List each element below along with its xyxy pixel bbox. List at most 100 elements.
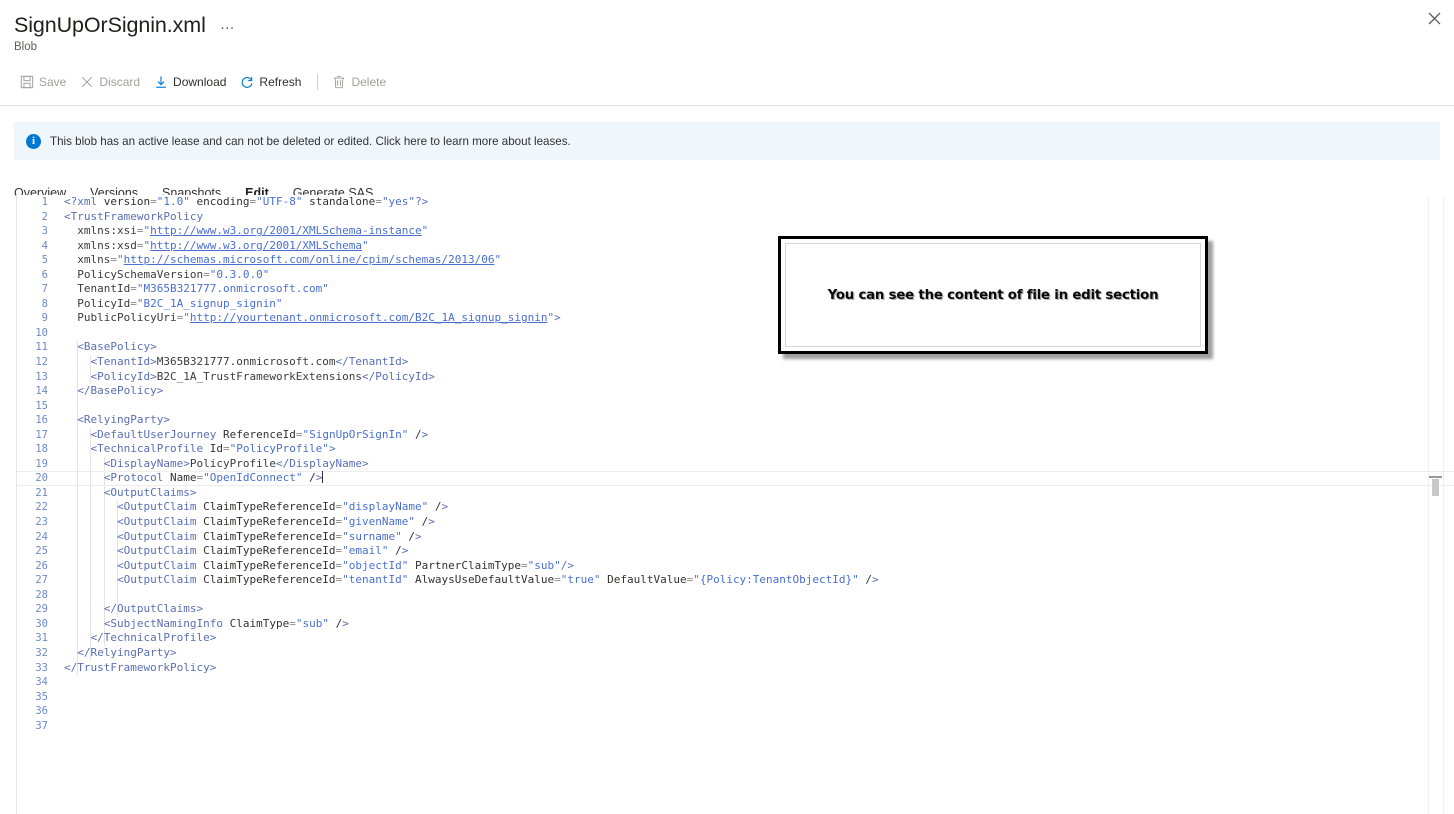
code-line[interactable]: 15 (17, 399, 1454, 414)
code-line[interactable]: 30 <SubjectNamingInfo ClaimType="sub" /> (17, 617, 1454, 632)
line-number: 18 (35, 443, 48, 456)
line-number: 6 (41, 268, 48, 281)
code-line-text[interactable]: <PolicyId>B2C_1A_TrustFrameworkExtension… (57, 370, 1454, 385)
code-line[interactable]: 7 TenantId="M365B321777.onmicrosoft.com" (17, 282, 1454, 297)
line-number: 36 (35, 705, 48, 718)
editor-scrollbar[interactable] (1428, 195, 1444, 814)
code-line-text[interactable]: <DefaultUserJourney ReferenceId="SignUpO… (57, 428, 1454, 443)
code-line-text[interactable]: <TenantId>M365B321777.onmicrosoft.com</T… (57, 355, 1454, 370)
code-line[interactable]: 12 <TenantId>M365B321777.onmicrosoft.com… (17, 355, 1454, 370)
code-line-text[interactable]: <OutputClaim ClaimTypeReferenceId="tenan… (57, 573, 1454, 588)
code-line-text[interactable]: </BasePolicy> (57, 384, 1454, 399)
code-line-text[interactable]: <Protocol Name="OpenIdConnect" /> (57, 471, 1454, 486)
code-editor[interactable]: 1 <?xml version="1.0" encoding="UTF-8" st… (16, 195, 1454, 814)
delete-button[interactable]: Delete (326, 68, 394, 96)
code-line[interactable]: 13 <PolicyId>B2C_1A_TrustFrameworkExtens… (17, 370, 1454, 385)
code-line[interactable]: 25 <OutputClaim ClaimTypeReferenceId="em… (17, 544, 1454, 559)
code-line-text[interactable]: <BasePolicy> (57, 340, 1454, 355)
code-line-text[interactable]: <DisplayName>PolicyProfile</DisplayName> (57, 457, 1454, 472)
code-line[interactable]: 28 (17, 588, 1454, 603)
line-number: 16 (35, 414, 48, 427)
discard-icon (79, 75, 94, 90)
line-number: 32 (35, 646, 48, 659)
code-line[interactable]: 34 (17, 675, 1454, 690)
command-separator (317, 74, 319, 91)
code-line-text[interactable]: xmlns="http://schemas.microsoft.com/onli… (57, 253, 1454, 268)
code-line[interactable]: 17 <DefaultUserJourney ReferenceId="Sign… (17, 428, 1454, 443)
code-line[interactable]: 16 <RelyingParty> (17, 413, 1454, 428)
code-line-text[interactable]: PolicySchemaVersion="0.3.0.0" (57, 268, 1454, 283)
code-line-text[interactable]: xmlns:xsd="http://www.w3.org/2001/XMLSch… (57, 239, 1454, 254)
line-number: 30 (35, 617, 48, 630)
code-line-text[interactable]: PublicPolicyUri="http://yourtenant.onmic… (57, 311, 1454, 326)
code-line[interactable]: 2 <TrustFrameworkPolicy (17, 210, 1454, 225)
line-number: 11 (35, 341, 48, 354)
code-line[interactable]: 11 <BasePolicy> (17, 340, 1454, 355)
code-line-text[interactable]: </TrustFrameworkPolicy> (57, 661, 1454, 676)
code-line-text[interactable]: <TechnicalProfile Id="PolicyProfile"> (57, 442, 1454, 457)
save-button[interactable]: Save (14, 68, 74, 96)
lease-info-banner[interactable]: i This blob has an active lease and can … (14, 122, 1440, 161)
close-icon[interactable] (1428, 12, 1446, 30)
code-line-text[interactable]: <OutputClaim ClaimTypeReferenceId="email… (57, 544, 1454, 559)
code-line-text[interactable]: PolicyId="B2C_1A_signup_signin" (57, 297, 1454, 312)
code-line[interactable]: 35 (17, 690, 1454, 705)
code-line[interactable]: 5 xmlns="http://schemas.microsoft.com/on… (17, 253, 1454, 268)
refresh-button[interactable]: Refresh (234, 68, 309, 96)
code-line-text[interactable]: <?xml version="1.0" encoding="UTF-8" sta… (57, 195, 1454, 210)
code-line[interactable]: 9 PublicPolicyUri="http://yourtenant.onm… (17, 311, 1454, 326)
code-line-text[interactable]: xmlns:xsi="http://www.w3.org/2001/XMLSch… (57, 224, 1454, 239)
code-line-text[interactable]: <OutputClaim ClaimTypeReferenceId="displ… (57, 500, 1454, 515)
line-number: 9 (41, 312, 48, 325)
line-number: 19 (35, 457, 48, 470)
code-line-text[interactable]: <TrustFrameworkPolicy (57, 210, 1454, 225)
code-line[interactable]: 22 <OutputClaim ClaimTypeReferenceId="di… (17, 500, 1454, 515)
download-button-label: Download (173, 75, 227, 90)
code-line[interactable]: 27 <OutputClaim ClaimTypeReferenceId="te… (17, 573, 1454, 588)
code-line[interactable]: 37 (17, 719, 1454, 734)
code-line[interactable]: 3 xmlns:xsi="http://www.w3.org/2001/XMLS… (17, 224, 1454, 239)
command-bar: Save Discard Download Refresh Delete (0, 67, 1454, 97)
code-line[interactable]: 18 <TechnicalProfile Id="PolicyProfile"> (17, 442, 1454, 457)
save-icon (19, 75, 34, 90)
code-line[interactable]: 4 xmlns:xsd="http://www.w3.org/2001/XMLS… (17, 239, 1454, 254)
code-line-text[interactable]: <RelyingParty> (57, 413, 1454, 428)
code-line[interactable]: 23 <OutputClaim ClaimTypeReferenceId="gi… (17, 515, 1454, 530)
code-line[interactable]: 21 <OutputClaims> (17, 486, 1454, 501)
code-line-text[interactable]: </RelyingParty> (57, 646, 1454, 661)
line-number: 34 (35, 676, 48, 689)
code-line-text[interactable]: TenantId="M365B321777.onmicrosoft.com" (57, 282, 1454, 297)
line-number: 28 (35, 588, 48, 601)
code-line-text[interactable]: <SubjectNamingInfo ClaimType="sub" /> (57, 617, 1454, 632)
more-options-button[interactable]: … (220, 17, 236, 32)
code-line[interactable]: 32 </RelyingParty> (17, 646, 1454, 661)
line-number: 4 (41, 239, 48, 252)
code-line[interactable]: 26 <OutputClaim ClaimTypeReferenceId="ob… (17, 559, 1454, 574)
code-line-list[interactable]: 1 <?xml version="1.0" encoding="UTF-8" st… (17, 195, 1454, 733)
code-line-text[interactable]: <OutputClaim ClaimTypeReferenceId="given… (57, 515, 1454, 530)
code-line[interactable]: 20 <Protocol Name="OpenIdConnect" /> (17, 471, 1454, 486)
code-line-text[interactable]: </TechnicalProfile> (57, 631, 1454, 646)
download-button[interactable]: Download (148, 68, 234, 96)
scrollbar-thumb[interactable] (1432, 479, 1439, 496)
delete-icon (331, 75, 346, 90)
code-line[interactable]: 31 </TechnicalProfile> (17, 631, 1454, 646)
code-line[interactable]: 8 PolicyId="B2C_1A_signup_signin" (17, 297, 1454, 312)
code-line-text[interactable]: <OutputClaims> (57, 486, 1454, 501)
code-line-text[interactable]: <OutputClaim ClaimTypeReferenceId="objec… (57, 559, 1454, 574)
discard-button[interactable]: Discard (74, 68, 148, 96)
line-number: 12 (35, 356, 48, 369)
code-line[interactable]: 29 </OutputClaims> (17, 602, 1454, 617)
code-line-text[interactable]: </OutputClaims> (57, 602, 1454, 617)
code-line[interactable]: 33 </TrustFrameworkPolicy> (17, 661, 1454, 676)
code-line-text[interactable]: <OutputClaim ClaimTypeReferenceId="surna… (57, 530, 1454, 545)
code-line[interactable]: 1 <?xml version="1.0" encoding="UTF-8" st… (17, 195, 1454, 210)
code-line[interactable]: 6 PolicySchemaVersion="0.3.0.0" (17, 268, 1454, 283)
code-line[interactable]: 19 <DisplayName>PolicyProfile</DisplayNa… (17, 457, 1454, 472)
code-line[interactable]: 10 (17, 326, 1454, 341)
code-line[interactable]: 14 </BasePolicy> (17, 384, 1454, 399)
line-number: 3 (41, 225, 48, 238)
code-line[interactable]: 24 <OutputClaim ClaimTypeReferenceId="su… (17, 530, 1454, 545)
code-line[interactable]: 36 (17, 704, 1454, 719)
code-editor-content[interactable]: 1 <?xml version="1.0" encoding="UTF-8" st… (17, 195, 1454, 733)
